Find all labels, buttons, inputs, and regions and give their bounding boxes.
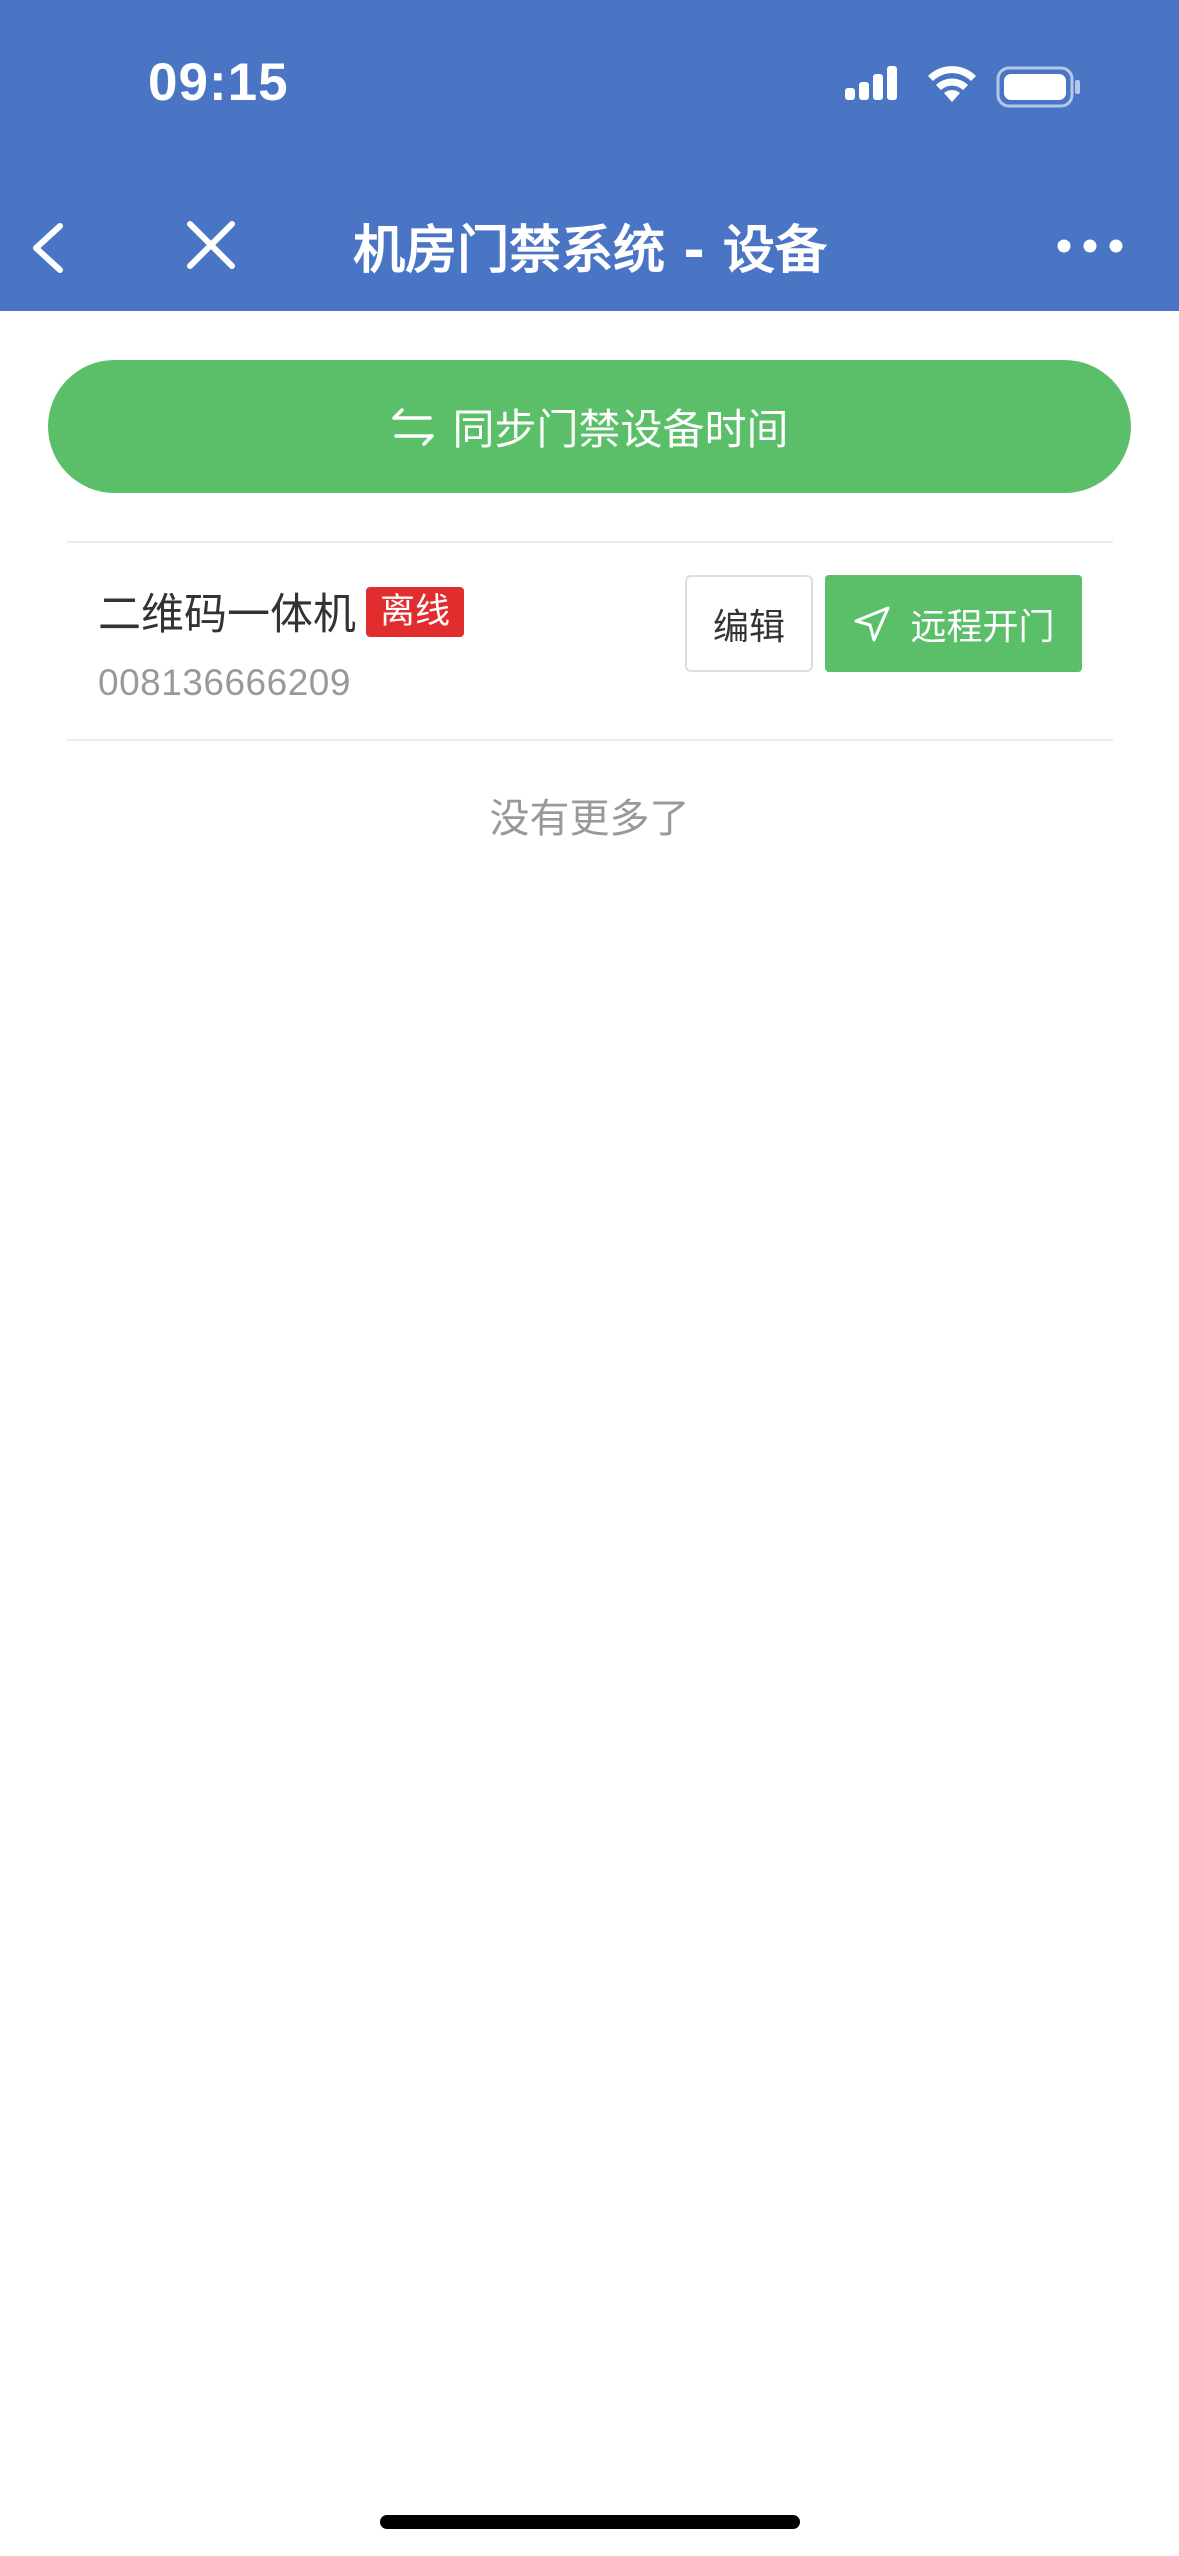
battery-icon: [996, 66, 1080, 108]
home-indicator[interactable]: [380, 2515, 800, 2529]
swap-arrows-icon: [392, 407, 435, 446]
send-icon: [854, 606, 890, 641]
list-end-text: 没有更多了: [489, 796, 690, 842]
status-time: 09:15: [148, 53, 289, 112]
list-divider: [67, 541, 1113, 543]
open-door-label: 远程开门: [910, 606, 1055, 648]
remote-open-door-button[interactable]: 远程开门: [825, 575, 1082, 672]
list-divider: [67, 739, 1113, 741]
status-badge: 离线: [366, 587, 465, 637]
app-screen: 09:15 机房门禁系统 - 设备 同步门禁设备时间 二维码一体机 离线 008…: [0, 0, 1179, 2556]
edit-button-label: 编辑: [712, 606, 785, 648]
sync-device-time-button[interactable]: 同步门禁设备时间: [48, 360, 1131, 493]
device-serial: 008136666209: [98, 662, 351, 703]
page-title: 机房门禁系统 - 设备: [353, 221, 827, 281]
more-icon[interactable]: [1054, 226, 1126, 266]
sync-button-label: 同步门禁设备时间: [452, 405, 789, 454]
top-bar: 09:15 机房门禁系统 - 设备: [0, 0, 1179, 311]
cellular-signal-icon: [845, 66, 897, 100]
device-name: 二维码一体机: [98, 590, 356, 640]
chevron-left-icon[interactable]: [18, 212, 78, 282]
wifi-icon: [928, 66, 976, 102]
edit-button[interactable]: 编辑: [685, 575, 813, 672]
close-icon[interactable]: [178, 212, 244, 278]
